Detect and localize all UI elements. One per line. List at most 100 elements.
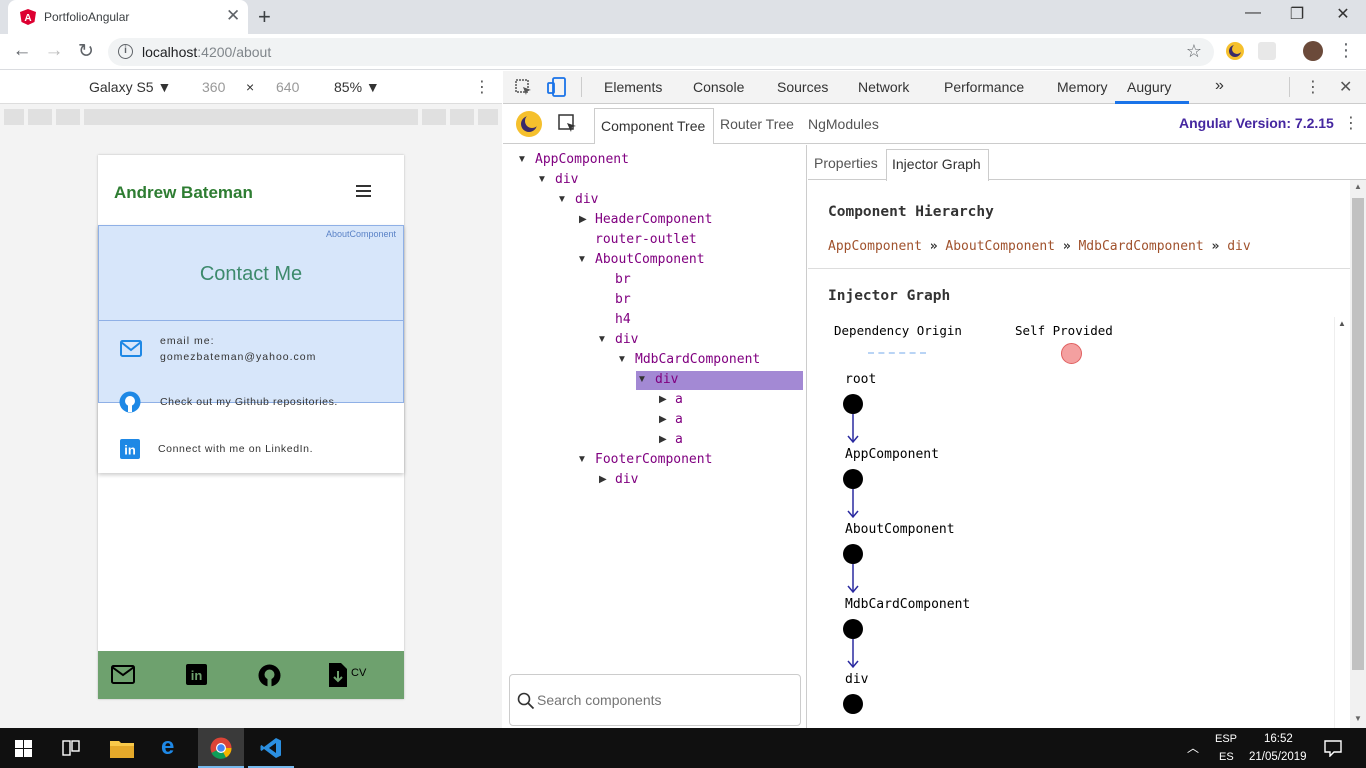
cv-label[interactable]: CV [351,667,366,679]
download-cv-icon[interactable] [329,663,347,687]
footer-email-icon[interactable] [111,665,135,684]
breadcrumb-item[interactable]: AboutComponent [945,239,1055,254]
tree-node[interactable]: ▶ HeaderComponent [503,210,806,230]
notification-center-icon[interactable] [1324,740,1342,757]
details-scrollbar[interactable]: ▲ ▼ [1350,180,1366,728]
tab-properties[interactable]: Properties [814,155,878,171]
edge-browser-icon[interactable]: e [161,733,174,761]
tree-node-label[interactable]: div [615,472,638,487]
collapse-triangle-icon[interactable]: ▼ [637,374,647,385]
tab-component-tree[interactable]: Component Tree [594,108,714,144]
collapse-triangle-icon[interactable]: ▼ [537,174,547,185]
device-height[interactable]: 640 [276,79,299,95]
expand-triangle-icon[interactable]: ▶ [659,414,667,425]
collapse-triangle-icon[interactable]: ▼ [597,334,607,345]
tree-node[interactable]: ▼ div [503,170,806,190]
back-icon[interactable]: ← [10,40,34,62]
footer-linkedin-icon[interactable]: in [186,664,207,685]
tree-node-label[interactable]: div [655,372,678,387]
tree-node[interactable]: router-outlet [503,230,806,250]
device-select[interactable]: Galaxy S5 ▼ [89,79,171,95]
tree-node-label[interactable]: div [615,332,638,347]
window-close-icon[interactable]: ✕ [1328,4,1358,24]
expand-triangle-icon[interactable]: ▶ [599,474,607,485]
github-icon[interactable] [119,391,141,413]
vscode-taskbar-item[interactable] [248,728,294,768]
hamburger-menu-icon[interactable] [356,185,371,197]
augury-menu-icon[interactable]: ⋮ [1343,113,1359,133]
tree-node[interactable]: ▶ div [503,470,806,490]
minimize-icon[interactable]: — [1238,4,1268,22]
tree-node-label[interactable]: br [615,272,631,287]
tree-node-label[interactable]: HeaderComponent [595,212,712,227]
devtools-tab-memory[interactable]: Memory [1057,79,1108,95]
restore-icon[interactable]: ❐ [1282,4,1312,24]
devtools-tab-console[interactable]: Console [693,79,744,95]
collapse-triangle-icon[interactable]: ▼ [577,254,587,265]
tab-router-tree[interactable]: Router Tree [720,116,794,132]
email-icon[interactable] [120,340,142,357]
new-tab-icon[interactable]: + [258,4,271,30]
tree-node-label[interactable]: AppComponent [535,152,629,167]
profile-avatar[interactable] [1303,41,1323,61]
tree-node-label[interactable]: router-outlet [595,232,697,247]
breadcrumb-item[interactable]: MdbCardComponent [1078,239,1203,254]
footer-github-icon[interactable] [258,664,281,687]
tree-node[interactable]: ▼ div [503,190,806,210]
media-query-ruler[interactable] [0,104,502,130]
inspect-element-icon[interactable] [515,79,533,97]
search-components-box[interactable] [509,674,801,726]
github-link[interactable]: Check out my Github repositories. [160,396,338,408]
graph-scrollbar[interactable]: ▲ [1334,317,1348,728]
brand-title[interactable]: Andrew Bateman [114,183,253,203]
collapse-triangle-icon[interactable]: ▼ [557,194,567,205]
search-input[interactable] [537,689,787,711]
browser-tab[interactable]: A PortfolioAngular ✕ [8,0,248,34]
tree-node-label[interactable]: h4 [615,312,631,327]
collapse-triangle-icon[interactable]: ▼ [517,154,527,165]
device-menu-icon[interactable]: ⋮ [474,77,490,97]
expand-triangle-icon[interactable]: ▶ [659,434,667,445]
linkedin-icon[interactable]: in [120,439,140,459]
expand-triangle-icon[interactable]: ▶ [659,394,667,405]
task-view-icon[interactable] [62,740,80,756]
devtools-tab-performance[interactable]: Performance [944,79,1024,95]
tab-ngmodules[interactable]: NgModules [808,116,879,132]
device-width[interactable]: 360 [202,79,225,95]
devtools-tab-augury[interactable]: Augury [1127,79,1171,95]
windows-start-icon[interactable] [15,740,32,757]
bookmark-star-icon[interactable]: ☆ [1186,41,1202,62]
tree-node[interactable]: ▼ div [503,370,806,390]
address-bar[interactable]: i localhost:4200/about ☆ [108,38,1214,66]
tree-node[interactable]: ▼ div [503,330,806,350]
clock-time[interactable]: 16:52 [1264,733,1293,745]
tree-node[interactable]: ▼ AboutComponent [503,250,806,270]
tree-node-label[interactable]: a [675,392,683,407]
tab-injector-graph[interactable]: Injector Graph [886,149,989,181]
expand-triangle-icon[interactable]: ▶ [579,214,587,225]
site-info-icon[interactable]: i [118,44,133,59]
collapse-triangle-icon[interactable]: ▼ [577,454,587,465]
keyboard-language[interactable]: ESP [1215,733,1237,745]
device-toggle-icon[interactable] [547,77,567,97]
linkedin-link[interactable]: Connect with me on LinkedIn. [158,443,313,455]
forward-icon[interactable]: → [42,40,66,62]
tree-node-label[interactable]: a [675,412,683,427]
tree-node[interactable]: ▶ a [503,410,806,430]
tray-expand-icon[interactable]: ︿ [1187,739,1199,756]
tree-node-label[interactable]: AboutComponent [595,252,705,267]
email-link[interactable]: gomezbateman@yahoo.com [160,351,316,363]
breadcrumb-item[interactable]: AppComponent [828,239,922,254]
devtools-close-icon[interactable]: ✕ [1339,77,1352,97]
file-explorer-icon[interactable] [110,738,134,758]
devtools-tab-network[interactable]: Network [858,79,909,95]
keyboard-layout[interactable]: ES [1219,751,1234,763]
tree-node[interactable]: ▼ AppComponent [503,150,806,170]
clock-date[interactable]: 21/05/2019 [1249,751,1307,763]
tree-node[interactable]: ▼ FooterComponent [503,450,806,470]
tree-node[interactable]: br [503,290,806,310]
chrome-taskbar-item[interactable] [198,728,244,768]
tree-node[interactable]: ▶ a [503,430,806,450]
tree-node[interactable]: h4 [503,310,806,330]
devtools-tab-sources[interactable]: Sources [777,79,828,95]
